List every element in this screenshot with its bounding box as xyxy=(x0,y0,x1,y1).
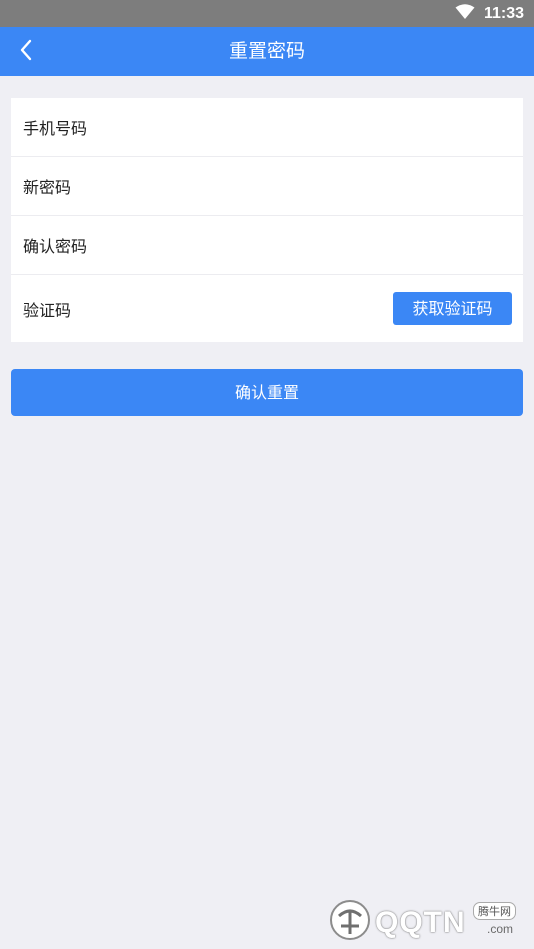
watermark-suffix: .com xyxy=(487,922,514,936)
watermark-logo-icon xyxy=(327,898,373,946)
new-password-label: 新密码 xyxy=(23,178,72,197)
get-code-button[interactable]: 获取验证码 xyxy=(393,292,512,325)
status-icons: 11:33 xyxy=(455,0,524,27)
new-password-row: 新密码 xyxy=(11,157,523,216)
status-bar: 11:33 xyxy=(0,0,534,27)
new-password-input[interactable] xyxy=(133,157,523,215)
code-input[interactable] xyxy=(133,275,383,342)
chevron-left-icon xyxy=(19,39,33,65)
back-button[interactable] xyxy=(8,27,44,76)
confirm-password-row: 确认密码 xyxy=(11,216,523,275)
code-label: 验证码 xyxy=(23,300,72,320)
confirm-password-label: 确认密码 xyxy=(23,237,88,256)
code-row: 验证码 获取验证码 xyxy=(11,275,523,342)
watermark: QQTN 腾牛网 .com xyxy=(327,896,527,944)
phone-row: 手机号码 xyxy=(11,98,523,157)
nav-bar: 重置密码 xyxy=(0,27,534,76)
reset-form: 手机号码 新密码 确认密码 验证码 获取验证码 xyxy=(11,98,523,342)
watermark-cn: 腾牛网 xyxy=(473,902,516,920)
wifi-icon xyxy=(455,3,475,24)
confirm-reset-button[interactable]: 确认重置 xyxy=(11,369,523,416)
watermark-brand: QQTN xyxy=(375,906,466,939)
page-title: 重置密码 xyxy=(228,40,305,62)
confirm-password-input[interactable] xyxy=(133,216,523,274)
status-time: 11:33 xyxy=(483,4,524,22)
phone-input[interactable] xyxy=(133,98,523,156)
phone-label: 手机号码 xyxy=(23,119,88,138)
